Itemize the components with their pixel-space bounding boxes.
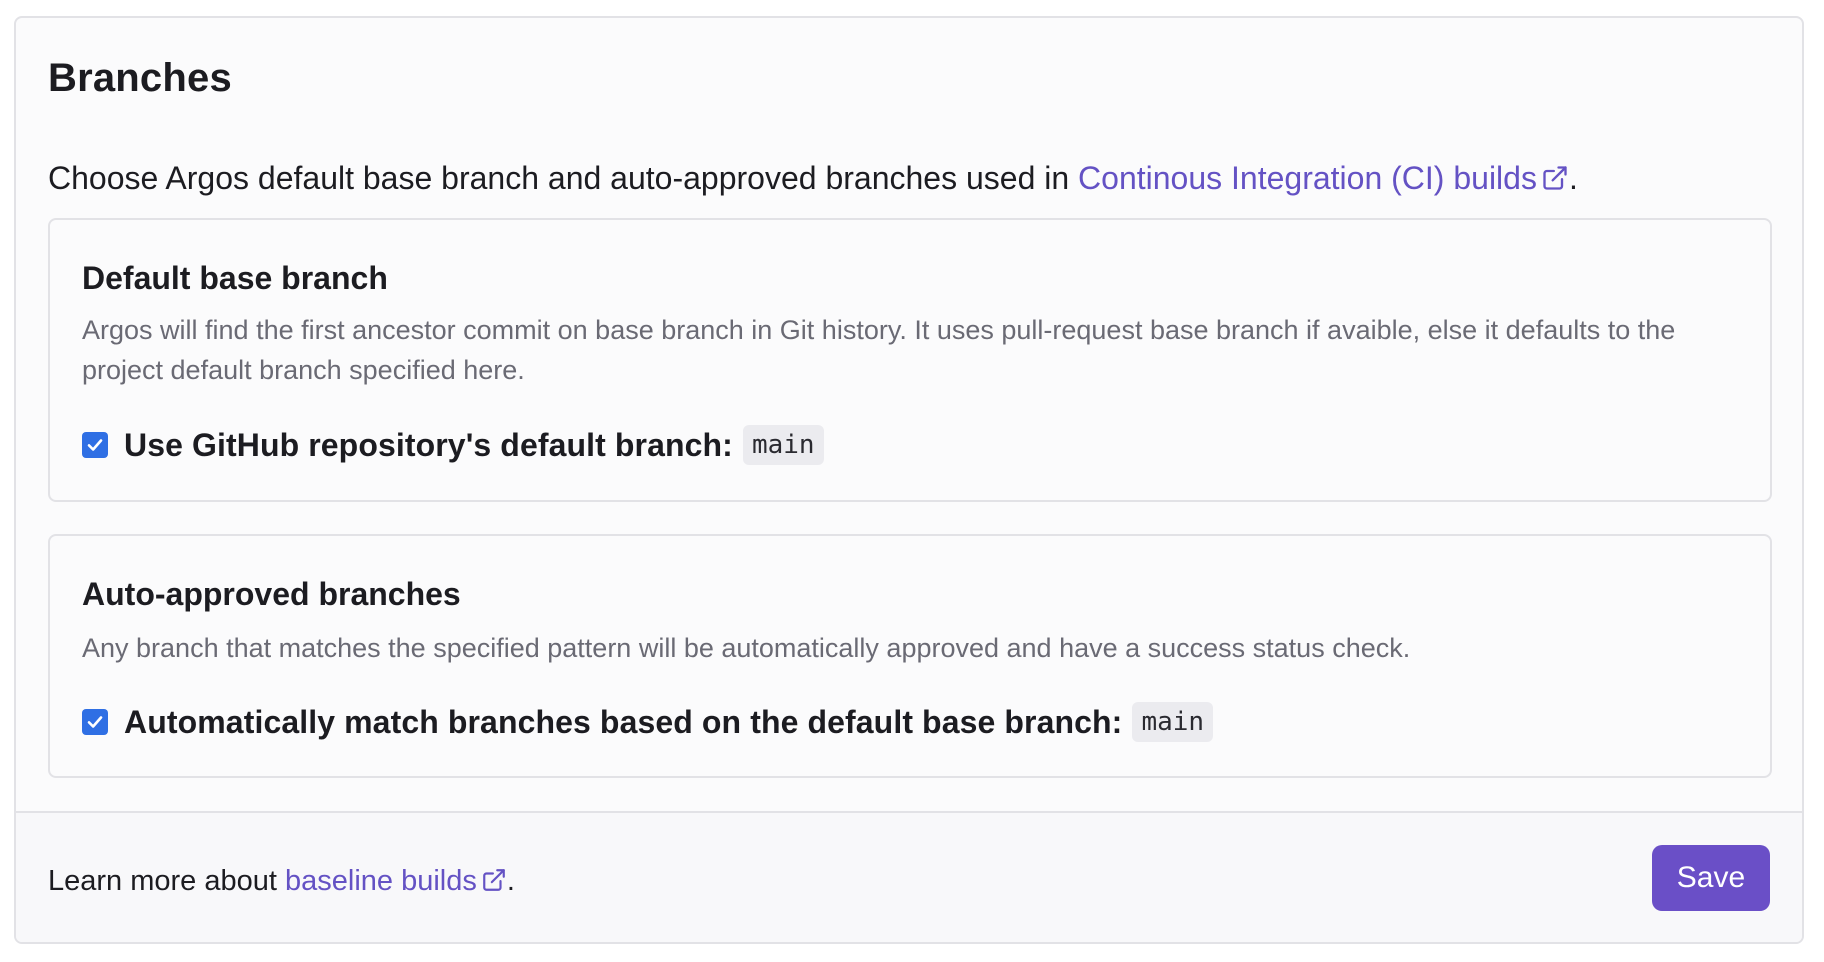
auto-approve-checkbox-label: Automatically match branches based on th…: [124, 703, 1123, 740]
intro-paragraph: Choose Argos default base branch and aut…: [48, 158, 1578, 198]
footer-text: Learn more about baseline builds.: [48, 865, 515, 898]
intro-suffix: .: [1568, 160, 1578, 196]
checkmark-icon: [87, 439, 103, 451]
external-link-icon: [483, 869, 505, 891]
intro-text: Choose Argos default base branch and aut…: [48, 160, 1079, 196]
auto-approve-checkbox[interactable]: [82, 709, 108, 735]
footer-suffix: .: [506, 865, 515, 897]
footer-label: Learn more about: [48, 865, 285, 897]
default-base-branch-description: Argos will find the first ancestor commi…: [82, 315, 1676, 385]
default-branch-name: main: [742, 425, 824, 465]
auto-approve-branch-name: main: [1132, 702, 1214, 742]
auto-approved-branches-title: Auto-approved branches: [82, 576, 461, 612]
auto-approved-branches-description: Any branch that matches the specified pa…: [82, 633, 1411, 663]
default-branch-checkbox-label: Use GitHub repository's default branch:: [124, 426, 733, 463]
card-footer: Learn more about baseline builds. Save: [16, 811, 1802, 942]
external-link-icon: [1543, 166, 1567, 190]
branches-settings-card: Branches Choose Argos default base branc…: [14, 16, 1804, 944]
ci-builds-link-label: Continous Integration (CI) builds: [1078, 160, 1537, 196]
ci-builds-link[interactable]: Continous Integration (CI) builds: [1078, 160, 1569, 196]
baseline-builds-link-label: baseline builds: [284, 865, 477, 897]
card-body: Branches Choose Argos default base branc…: [16, 18, 1802, 811]
save-button[interactable]: Save: [1652, 845, 1770, 911]
auto-approve-checkbox-row[interactable]: Automatically match branches based on th…: [82, 702, 1214, 742]
page-title: Branches: [48, 56, 232, 100]
default-base-branch-title: Default base branch: [82, 260, 388, 296]
checkmark-icon: [87, 716, 103, 728]
default-base-branch-section: Default base branch Argos will find the …: [48, 218, 1772, 502]
default-branch-checkbox[interactable]: [82, 432, 108, 458]
default-branch-checkbox-row[interactable]: Use GitHub repository's default branch: …: [82, 425, 824, 465]
baseline-builds-link[interactable]: baseline builds: [285, 865, 507, 897]
auto-approved-branches-section: Auto-approved branches Any branch that m…: [48, 534, 1772, 778]
